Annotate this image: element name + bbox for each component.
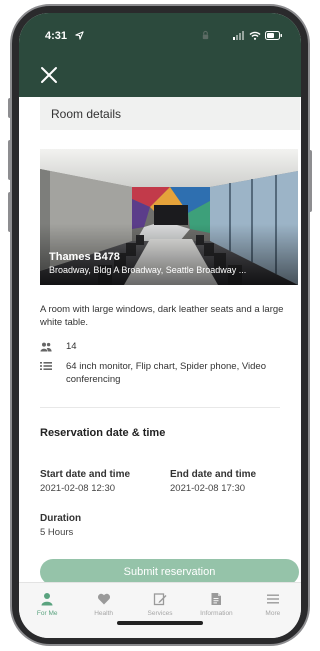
reservation-heading: Reservation date & time <box>40 427 166 439</box>
tab-health[interactable]: Health <box>75 583 131 638</box>
tab-for-me[interactable]: For Me <box>19 583 75 638</box>
screen: 4:31 Room details Thames B478 Broadway, … <box>19 13 301 638</box>
scroll-content[interactable]: Room details Thames B478 Broadway, Bldg … <box>19 97 301 582</box>
room-photo: Thames B478 Broadway, Bldg A Broadway, S… <box>40 149 298 285</box>
capacity-row: 14 <box>40 340 77 353</box>
status-bar: 4:31 <box>19 13 301 57</box>
person-icon <box>41 593 53 606</box>
capacity-value: 14 <box>66 341 77 352</box>
submit-reservation-button[interactable]: Submit reservation <box>40 559 299 582</box>
nav-bar <box>19 57 301 97</box>
tab-information[interactable]: Information <box>188 583 244 638</box>
people-icon <box>40 342 52 351</box>
wifi-icon <box>249 31 261 40</box>
tab-label: For Me <box>36 610 58 617</box>
status-icons <box>233 31 283 40</box>
section-header-room-details: Room details <box>40 97 300 130</box>
tab-label: Information <box>200 610 233 617</box>
power-button <box>308 150 312 212</box>
room-description: A room with large windows, dark leather … <box>40 304 284 328</box>
volume-down-button <box>8 192 12 232</box>
status-time: 4:31 <box>45 30 68 42</box>
mute-switch <box>8 98 12 118</box>
duration-label: Duration <box>40 513 82 524</box>
amenities-row: 64 inch monitor, Flip chart, Spider phon… <box>40 360 266 386</box>
end-date-label: End date and time <box>170 469 257 480</box>
tab-bar: For Me Health Services Information More <box>19 582 301 638</box>
heart-icon <box>97 593 110 605</box>
tab-more[interactable]: More <box>245 583 301 638</box>
orientation-lock-icon <box>202 30 209 40</box>
list-icon <box>40 362 52 370</box>
start-date-value[interactable]: 2021-02-08 12:30 <box>40 483 115 494</box>
end-date-value[interactable]: 2021-02-08 17:30 <box>170 483 245 494</box>
volume-up-button <box>8 140 12 180</box>
tab-label: Health <box>94 610 113 617</box>
tab-label: More <box>265 610 281 617</box>
start-date-label: Start date and time <box>40 469 131 480</box>
tab-services[interactable]: Services <box>132 583 188 638</box>
room-address: Broadway, Bldg A Broadway, Seattle Broad… <box>49 265 247 275</box>
battery-icon <box>265 31 282 40</box>
edit-icon <box>153 593 167 606</box>
close-icon[interactable] <box>37 63 61 87</box>
room-name: Thames B478 <box>49 251 120 263</box>
home-indicator[interactable] <box>117 621 203 625</box>
menu-icon <box>266 594 279 604</box>
document-icon <box>211 593 222 605</box>
tab-label: Services <box>147 610 173 617</box>
divider <box>40 407 280 408</box>
location-arrow-icon <box>75 31 84 40</box>
duration-value: 5 Hours <box>40 527 74 538</box>
cellular-signal-icon <box>233 31 244 40</box>
amenities-value: 64 inch monitor, Flip chart, Spider phon… <box>66 361 266 385</box>
